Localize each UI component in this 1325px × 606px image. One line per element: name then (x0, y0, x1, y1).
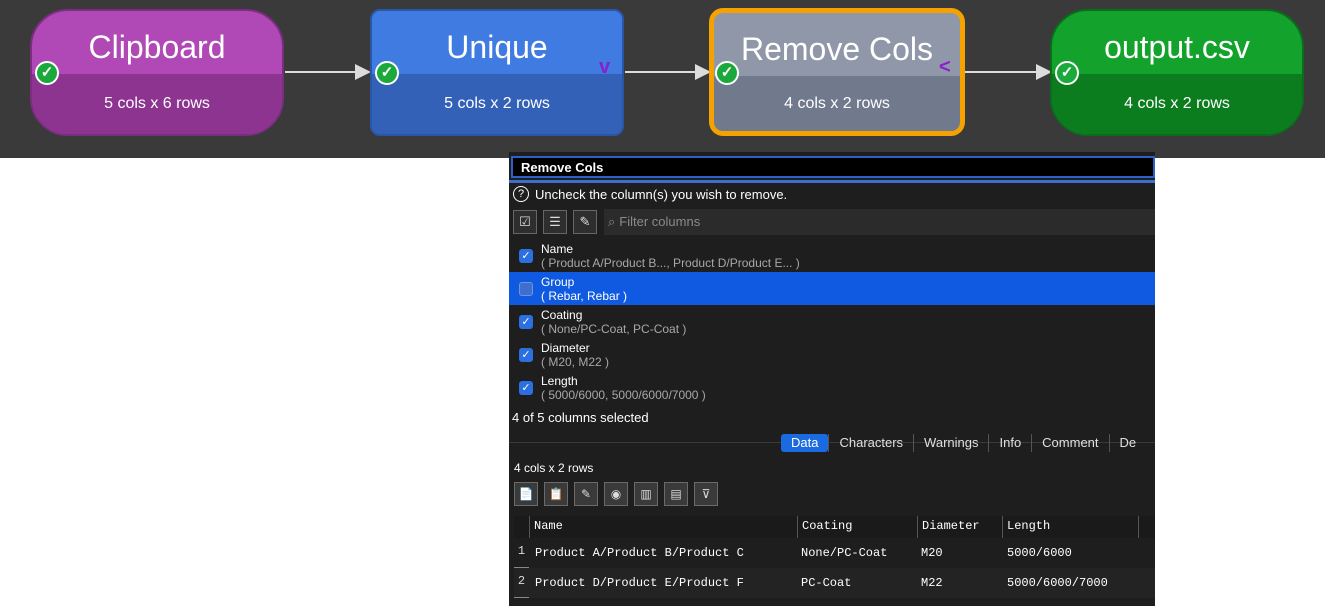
edge-unique-remove (625, 71, 697, 73)
tab-info[interactable]: Info (988, 434, 1031, 452)
header-cell[interactable]: Diameter (917, 516, 1002, 538)
header-cell[interactable]: Length (1002, 516, 1139, 538)
tab-data[interactable]: Data (781, 434, 829, 452)
node-title: Unique (446, 29, 548, 65)
table-cell[interactable]: M22 (915, 568, 949, 598)
output-port-icon[interactable]: v (599, 56, 610, 79)
check-all-icon[interactable]: ☑ (513, 210, 537, 234)
tab-description[interactable]: De (1108, 434, 1147, 452)
help-label: Uncheck the column(s) you wish to remove… (535, 186, 788, 202)
column-name: Name (541, 242, 574, 256)
column-checkbox[interactable]: ✓ (519, 249, 533, 263)
node-dims: 4 cols x 2 rows (1052, 74, 1302, 134)
clipboard-icon[interactable]: 📋 (544, 482, 568, 506)
column-checkbox[interactable]: ✓ (519, 315, 533, 329)
grid-header: Name Coating Diameter Length (514, 516, 1155, 538)
tab-bar: Data Characters Warnings Info Comment De (781, 434, 1146, 452)
row-number: 2 (514, 568, 529, 598)
node-title: Clipboard (88, 29, 226, 65)
table-cell[interactable]: PC-Coat (795, 568, 857, 598)
success-check-icon: ✓ (375, 61, 399, 85)
help-text: ? Uncheck the column(s) you wish to remo… (513, 186, 787, 202)
edge-arrowhead (355, 64, 371, 80)
node-dims: 5 cols x 6 rows (32, 74, 282, 134)
table-cell[interactable]: Product A/Product B/Product C (529, 538, 750, 568)
column-checkbox[interactable] (519, 282, 533, 296)
rows-icon[interactable]: ▤ (664, 482, 688, 506)
workflow-canvas[interactable]: Clipboard 5 cols x 6 rows Unique 5 cols … (0, 0, 1325, 158)
edge-remove-output (965, 71, 1038, 73)
node-remove-cols[interactable]: Remove Cols 4 cols x 2 rows (709, 8, 965, 136)
columns-icon[interactable]: ▥ (634, 482, 658, 506)
table-cell[interactable]: Product D/Product E/Product F (529, 568, 750, 598)
uncheck-all-icon[interactable]: ☰ (543, 210, 567, 234)
search-icon: ⌕ (608, 214, 616, 229)
column-name: Coating (541, 308, 583, 322)
column-values: ( M20, M22 ) (541, 355, 610, 369)
tab-comment[interactable]: Comment (1031, 434, 1108, 452)
column-list: ✓ Name ( Product A/Product B..., Product… (509, 239, 1155, 404)
node-dims: 5 cols x 2 rows (372, 74, 622, 134)
column-name: Length (541, 374, 578, 388)
column-item-diameter[interactable]: ✓ Diameter ( M20, M22 ) (509, 338, 1155, 371)
header-cell[interactable]: Name (529, 516, 797, 538)
filter-placeholder: Filter columns (619, 214, 701, 229)
grid-body: 1 Product A/Product B/Product C None/PC-… (514, 538, 1155, 598)
node-title: Remove Cols (740, 31, 934, 67)
node-output-csv[interactable]: output.csv 4 cols x 2 rows (1050, 9, 1304, 136)
success-check-icon: ✓ (35, 61, 59, 85)
column-item-coating[interactable]: ✓ Coating ( None/PC-Coat, PC-Coat ) (509, 305, 1155, 338)
header-cell[interactable]: Coating (797, 516, 917, 538)
edit-icon[interactable]: ✎ (574, 482, 598, 506)
table-row[interactable]: 2 Product D/Product E/Product F PC-Coat … (514, 568, 1155, 598)
table-cell[interactable]: None/PC-Coat (795, 538, 893, 568)
node-title: output.csv (1104, 29, 1250, 65)
data-grid: Name Coating Diameter Length 1 Product A… (514, 516, 1155, 598)
column-values: ( 5000/6000, 5000/6000/7000 ) (541, 388, 706, 402)
panel-title: Remove Cols (511, 156, 1155, 178)
divider (509, 180, 1155, 183)
input-port-icon[interactable]: < (939, 56, 951, 79)
filter-columns-input[interactable]: ⌕ Filter columns (604, 209, 1155, 235)
column-item-group[interactable]: Group ( Rebar, Rebar ) (509, 272, 1155, 305)
column-checkbox[interactable]: ✓ (519, 381, 533, 395)
node-dims: 4 cols x 2 rows (714, 76, 960, 131)
table-cell[interactable]: 5000/6000/7000 (1001, 568, 1114, 598)
column-values: ( Product A/Product B..., Product D/Prod… (541, 256, 800, 270)
node-unique[interactable]: Unique 5 cols x 2 rows (370, 9, 624, 136)
column-values: ( Rebar, Rebar ) (541, 289, 628, 303)
column-name: Diameter (541, 341, 590, 355)
tab-characters[interactable]: Characters (828, 434, 913, 452)
remove-cols-panel: Remove Cols ? Uncheck the column(s) you … (509, 152, 1155, 606)
magic-wand-icon[interactable]: ✎ (573, 210, 597, 234)
selected-count: 4 of 5 columns selected (512, 410, 649, 425)
column-values: ( None/PC-Coat, PC-Coat ) (541, 322, 687, 336)
table-cell[interactable]: M20 (915, 538, 949, 568)
success-check-icon: ✓ (1055, 61, 1079, 85)
column-item-length[interactable]: ✓ Length ( 5000/6000, 5000/6000/7000 ) (509, 371, 1155, 404)
column-checkbox[interactable]: ✓ (519, 348, 533, 362)
new-file-icon[interactable]: 📄 (514, 482, 538, 506)
data-dims: 4 cols x 2 rows (514, 461, 594, 475)
table-cell[interactable]: 5000/6000 (1001, 538, 1078, 568)
tab-warnings[interactable]: Warnings (913, 434, 988, 452)
column-item-name[interactable]: ✓ Name ( Product A/Product B..., Product… (509, 239, 1155, 272)
table-row[interactable]: 1 Product A/Product B/Product C None/PC-… (514, 538, 1155, 568)
help-icon[interactable]: ? (513, 186, 529, 202)
column-name: Group (541, 275, 575, 289)
eye-icon[interactable]: ◉ (604, 482, 628, 506)
success-check-icon: ✓ (715, 61, 739, 85)
node-clipboard[interactable]: Clipboard 5 cols x 6 rows (30, 9, 284, 136)
filter-icon[interactable]: ⊽ (694, 482, 718, 506)
edge-clipboard-unique (285, 71, 357, 73)
row-number: 1 (514, 538, 529, 568)
